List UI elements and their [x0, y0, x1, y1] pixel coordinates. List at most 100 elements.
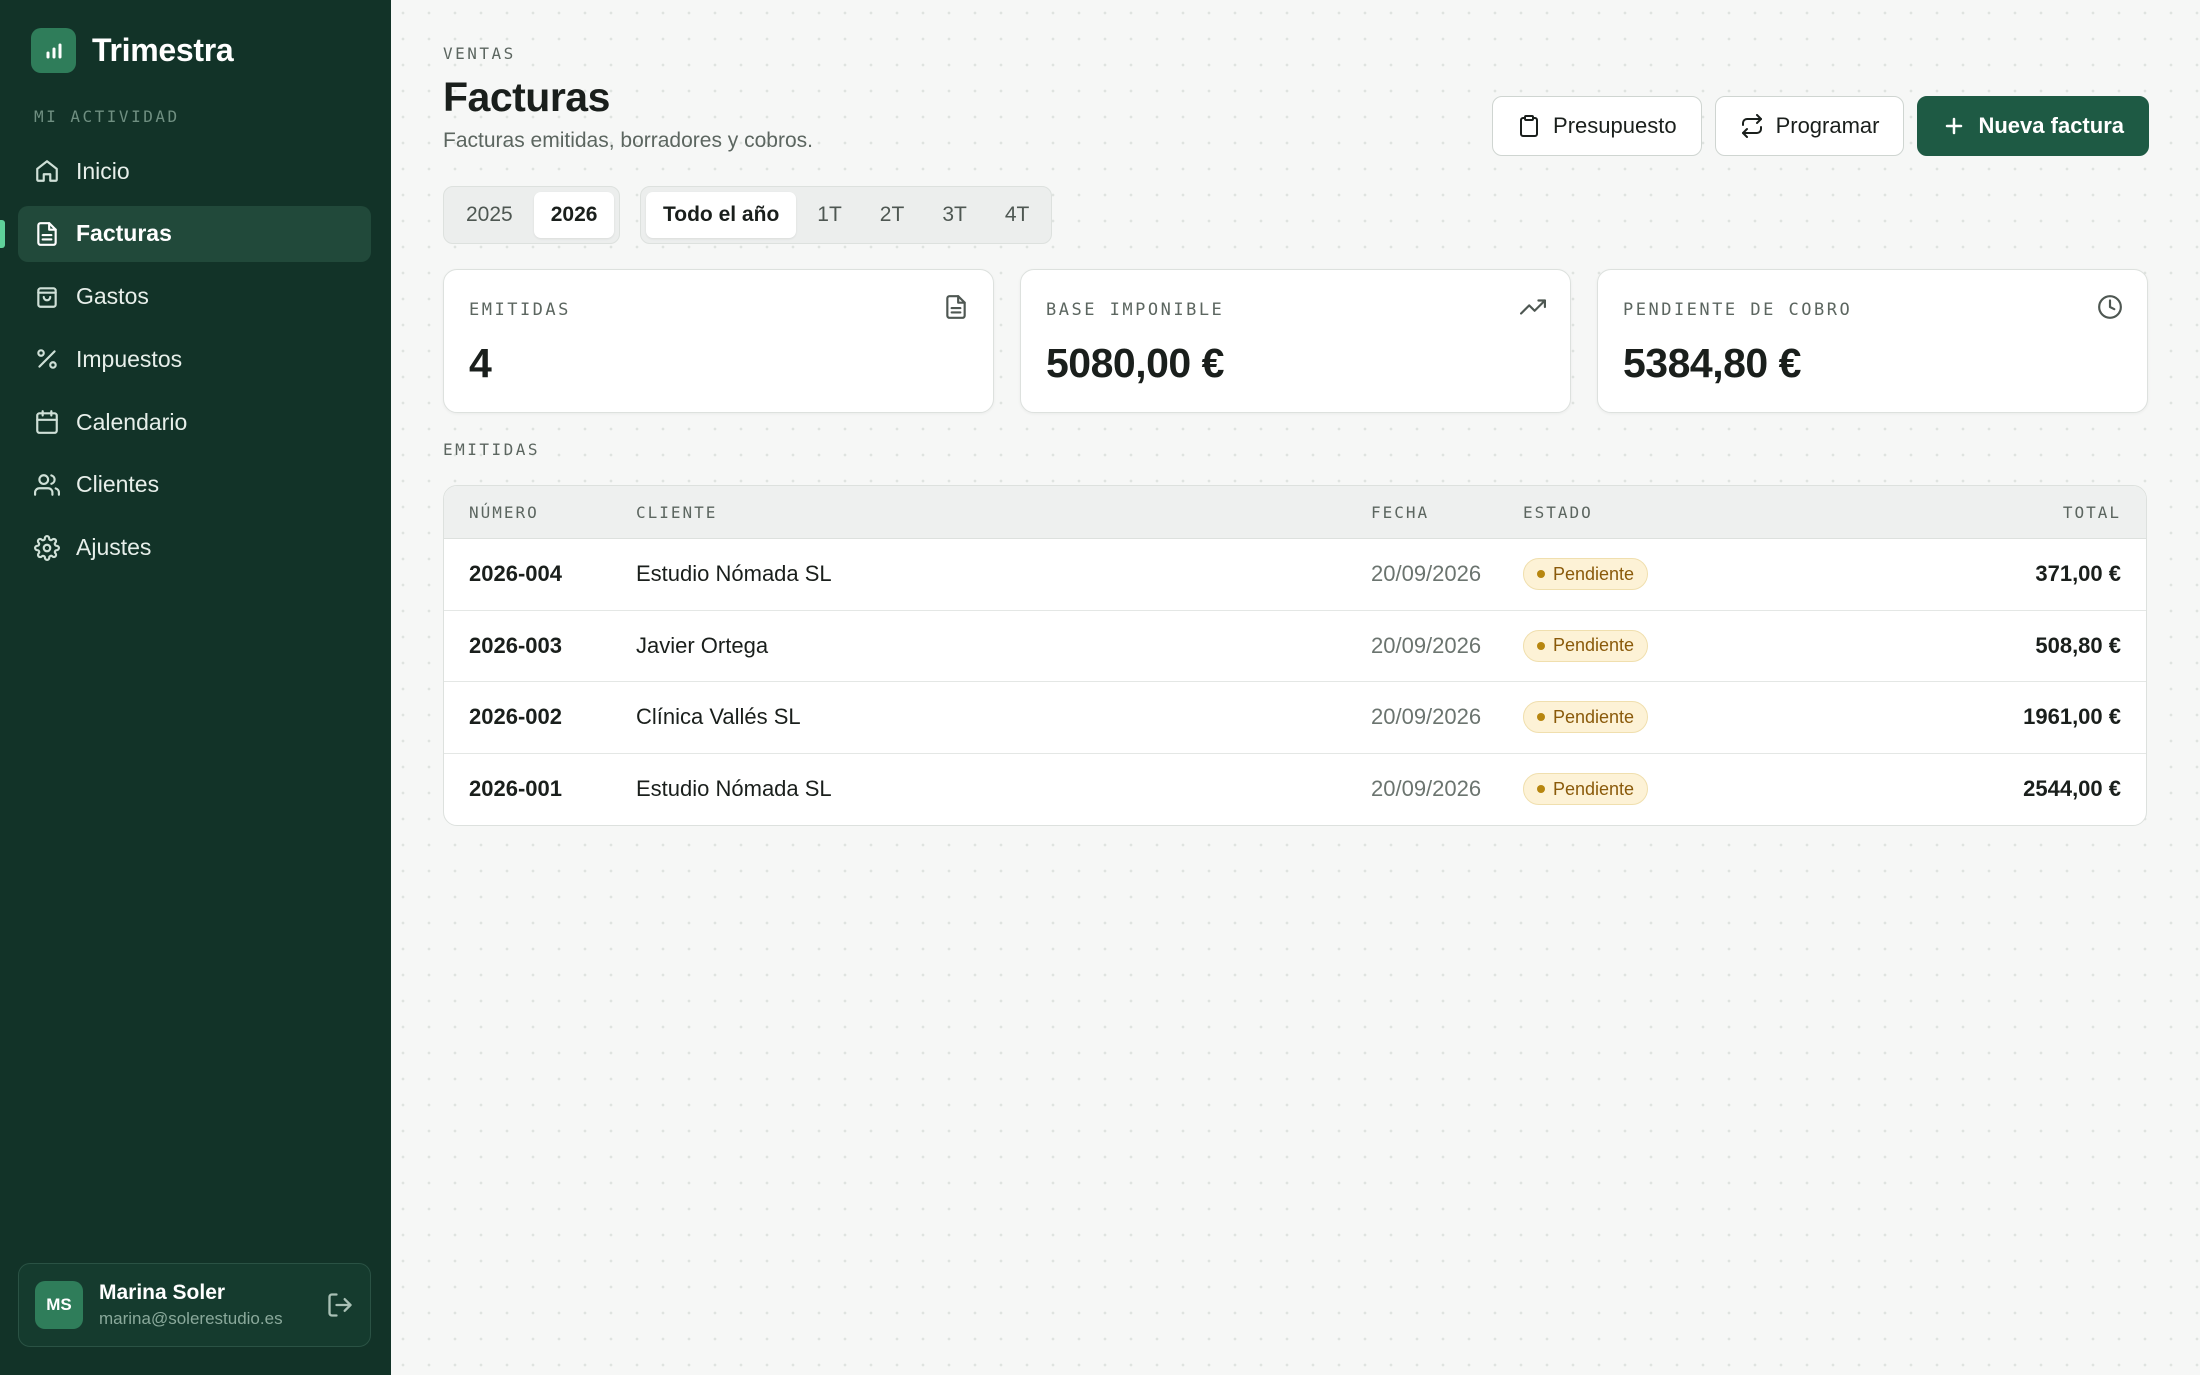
- period-selector: Todo el año 1T 2T 3T 4T: [640, 186, 1053, 244]
- invoice-number: 2026-002: [469, 704, 562, 730]
- column-header-total[interactable]: TOTAL: [1846, 503, 2146, 522]
- status-badge-label: Pendiente: [1553, 563, 1635, 584]
- table-section-label: EMITIDAS: [443, 440, 541, 459]
- users-icon: [34, 474, 60, 496]
- status-dot: [1537, 785, 1545, 794]
- column-header-date[interactable]: FECHA: [1371, 503, 1523, 522]
- stat-card-pending: PENDIENTE DE COBRO 5384,80 €: [1597, 269, 2148, 413]
- invoice-total: 508,80 €: [2035, 632, 2121, 658]
- calendar-icon: [36, 410, 58, 435]
- user-name: Marina Soler: [99, 1281, 226, 1304]
- invoice-date: 20/09/2026: [1371, 704, 1482, 730]
- gear-icon: [34, 534, 60, 561]
- status-dot: [1537, 713, 1545, 722]
- sidebar-item-label: Calendario: [76, 408, 188, 435]
- user-email: marina@solerestudio.es: [99, 1309, 283, 1328]
- status-dot: [1537, 570, 1545, 579]
- user-info: Marina Soler marina@solerestudio.es: [99, 1281, 326, 1329]
- status-badge: Pendiente: [1523, 629, 1649, 662]
- sidebar-item-calendario[interactable]: Calendario: [18, 394, 371, 450]
- sidebar-item-clientes[interactable]: Clientes: [18, 457, 371, 513]
- plus-icon: [1946, 117, 1963, 135]
- user-card: MS Marina Soler marina@solerestudio.es: [18, 1263, 371, 1347]
- period-option-all[interactable]: Todo el año: [646, 192, 797, 238]
- status-badge-label: Pendiente: [1553, 778, 1635, 799]
- invoice-number: 2026-004: [469, 561, 562, 587]
- brand[interactable]: Trimestra: [31, 28, 234, 73]
- table-row[interactable]: 2026-002 Clínica Vallés SL 20/09/2026 Pe…: [444, 682, 2146, 754]
- table-row[interactable]: 2026-001 Estudio Nómada SL 20/09/2026 Pe…: [444, 754, 2146, 826]
- year-selector: 2025 2026: [443, 186, 621, 244]
- invoice-number: 2026-001: [469, 776, 562, 802]
- invoice-total: 371,00 €: [2035, 561, 2121, 587]
- stat-label: EMITIDAS: [469, 300, 571, 320]
- invoice-date: 20/09/2026: [1371, 776, 1482, 802]
- shopping-bag-icon: [37, 286, 57, 308]
- sidebar-nav: Inicio Facturas Gastos Impuestos Calenda…: [0, 143, 371, 583]
- year-option-2026[interactable]: 2026: [533, 192, 615, 238]
- stat-label: PENDIENTE DE COBRO: [1623, 300, 1853, 320]
- status-badge: Pendiente: [1523, 773, 1649, 806]
- stat-label: BASE IMPONIBLE: [1046, 300, 1225, 320]
- sidebar-item-impuestos[interactable]: Impuestos: [18, 331, 371, 387]
- stat-value: 5384,80 €: [1623, 340, 1801, 386]
- sidebar-item-label: Facturas: [76, 220, 172, 247]
- period-option-2t[interactable]: 2T: [863, 192, 922, 238]
- sidebar-section-label: MI ACTIVIDAD: [34, 107, 180, 126]
- repeat-icon: [1741, 114, 1762, 138]
- period-option-3t[interactable]: 3T: [925, 192, 984, 238]
- page-title: Facturas: [443, 74, 610, 120]
- sidebar-item-label: Ajustes: [76, 534, 152, 561]
- sidebar-item-label: Gastos: [76, 283, 149, 310]
- new-invoice-button[interactable]: Nueva factura: [1917, 96, 2149, 156]
- sidebar-item-ajustes[interactable]: Ajustes: [18, 520, 371, 576]
- invoice-client: Estudio Nómada SL: [636, 561, 832, 587]
- invoice-state: Pendiente: [1523, 701, 1846, 734]
- schedule-button[interactable]: Programar: [1714, 96, 1905, 156]
- year-option-2025[interactable]: 2025: [449, 192, 530, 238]
- status-dot: [1537, 641, 1545, 650]
- invoice-total: 2544,00 €: [2023, 776, 2121, 802]
- invoice-client: Clínica Vallés SL: [636, 704, 801, 730]
- sidebar-item-facturas[interactable]: Facturas: [0, 205, 371, 262]
- column-header-client[interactable]: CLIENTE: [636, 503, 1371, 522]
- file-icon: [946, 295, 966, 319]
- stat-value: 5080,00 €: [1046, 340, 1224, 386]
- app-name: Trimestra: [92, 32, 234, 68]
- quote-button-label: Presupuesto: [1553, 113, 1677, 138]
- page-eyebrow: VENTAS: [443, 44, 516, 63]
- stat-card-issued: EMITIDAS 4: [443, 269, 994, 413]
- sidebar-item-label: Impuestos: [76, 345, 183, 372]
- stat-card-taxable-base: BASE IMPONIBLE 5080,00 €: [1020, 269, 1571, 413]
- file-text-icon: [37, 221, 57, 246]
- invoice-date: 20/09/2026: [1371, 632, 1482, 658]
- clipboard-icon: [1520, 115, 1539, 137]
- invoice-date: 20/09/2026: [1371, 561, 1482, 587]
- invoice-number: 2026-003: [469, 632, 562, 658]
- period-option-1t[interactable]: 1T: [800, 192, 859, 238]
- table-row[interactable]: 2026-003 Javier Ortega 20/09/2026 Pendie…: [444, 611, 2146, 682]
- clock-icon: [2098, 295, 2122, 319]
- table-header: NÚMERO CLIENTE FECHA ESTADO TOTAL: [444, 486, 2146, 539]
- bar-chart-icon: [31, 28, 76, 73]
- logout-icon[interactable]: [326, 1291, 354, 1319]
- sidebar: Trimestra MI ACTIVIDAD Inicio Facturas G…: [0, 0, 391, 1375]
- trending-up-icon: [1520, 299, 1546, 315]
- invoice-client: Javier Ortega: [636, 632, 769, 658]
- status-badge-label: Pendiente: [1553, 706, 1635, 727]
- invoice-client: Estudio Nómada SL: [636, 776, 832, 802]
- column-header-number[interactable]: NÚMERO: [444, 503, 636, 522]
- sidebar-item-inicio[interactable]: Inicio: [18, 143, 371, 199]
- period-option-4t[interactable]: 4T: [988, 192, 1047, 238]
- table-row[interactable]: 2026-004 Estudio Nómada SL 20/09/2026 Pe…: [444, 539, 2146, 611]
- sidebar-item-gastos[interactable]: Gastos: [18, 269, 371, 325]
- stat-value: 4: [469, 340, 492, 386]
- status-badge: Pendiente: [1523, 558, 1649, 591]
- quote-button[interactable]: Presupuesto: [1492, 96, 1702, 156]
- page-subtitle: Facturas emitidas, borradores y cobros.: [443, 129, 813, 152]
- column-header-state[interactable]: ESTADO: [1523, 503, 1846, 522]
- invoice-total: 1961,00 €: [2023, 704, 2121, 730]
- header-actions: Presupuesto Programar Nueva factura: [1492, 96, 2149, 156]
- invoices-table: NÚMERO CLIENTE FECHA ESTADO TOTAL 2026-0…: [443, 485, 2147, 826]
- schedule-button-label: Programar: [1775, 113, 1880, 138]
